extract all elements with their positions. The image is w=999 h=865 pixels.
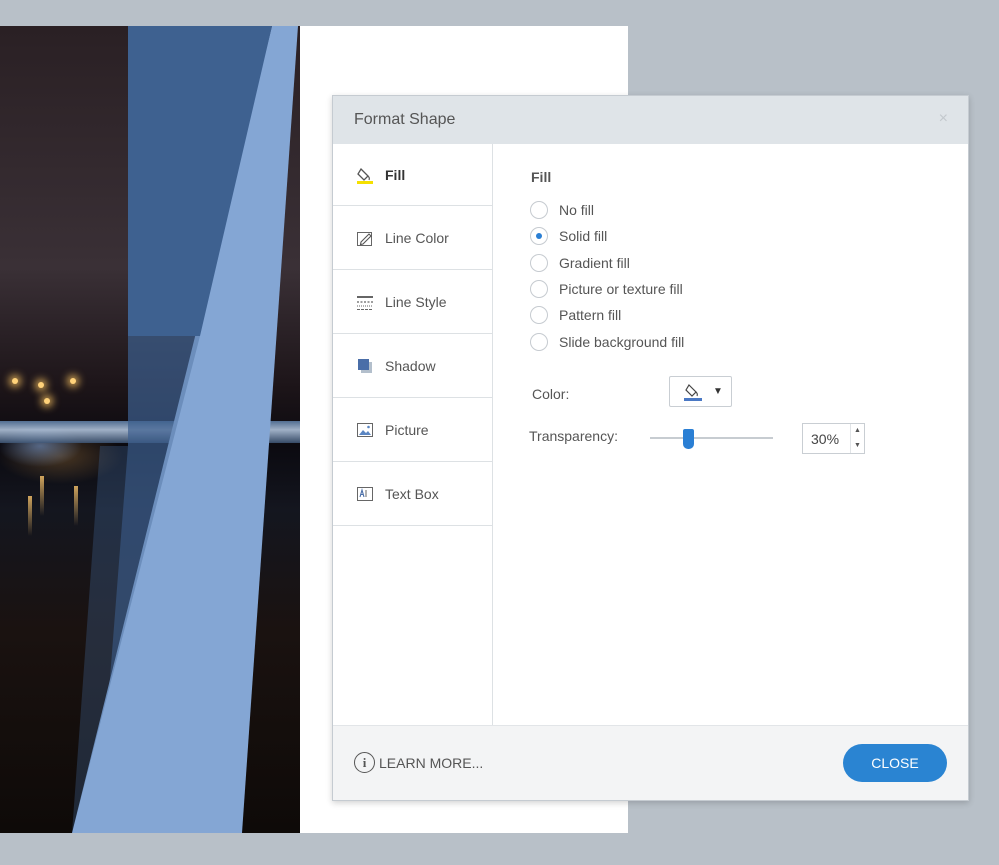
chevron-down-icon: ▼ [713, 386, 723, 397]
fill-options: No fill Solid fill Gradient fill Picture… [530, 197, 684, 355]
radio-label: No fill [559, 202, 595, 219]
sidebar-item-line-color[interactable]: Line Color [333, 206, 492, 270]
pencil-icon [357, 231, 372, 246]
dialog-footer: i LEARN MORE... CLOSE [333, 725, 968, 800]
format-shape-dialog: Format Shape × Fill Line Color Line Styl… [332, 95, 969, 801]
sidebar-item-label: Fill [385, 166, 406, 183]
radio-label: Solid fill [559, 228, 608, 245]
sidebar-item-text-box[interactable]: Text Box [333, 462, 492, 526]
transparency-slider-track[interactable] [650, 437, 773, 439]
learn-more-link[interactable]: i LEARN MORE... [354, 752, 483, 773]
dialog-header: Format Shape × [333, 96, 968, 144]
dialog-title: Format Shape [354, 111, 456, 128]
sidebar-item-label: Line Style [385, 293, 447, 310]
stepper-buttons: ▲ ▼ [850, 424, 864, 453]
sidebar-item-label: Shadow [385, 357, 436, 374]
text-box-icon [357, 486, 373, 501]
sidebar-item-picture[interactable]: Picture [333, 398, 492, 462]
sidebar-item-label: Line Color [385, 229, 449, 246]
sidebar-item-shadow[interactable]: Shadow [333, 334, 492, 398]
transparency-label: Transparency: [529, 428, 618, 444]
transparency-slider-thumb[interactable] [683, 429, 694, 449]
info-icon: i [354, 752, 375, 773]
sidebar: Fill Line Color Line Style Shadow Pictur… [333, 144, 493, 725]
learn-more-label: LEARN MORE... [379, 754, 484, 771]
radio-button[interactable] [530, 332, 548, 351]
fill-panel: Fill No fill Solid fill Gradient fill Pi… [529, 144, 968, 725]
paint-bucket-icon [357, 167, 373, 184]
sidebar-item-fill[interactable]: Fill [333, 144, 492, 206]
color-picker-dropdown[interactable]: ▼ [669, 376, 732, 407]
fill-option-solid-fill[interactable]: Solid fill [530, 223, 684, 249]
transparency-input[interactable] [803, 424, 850, 453]
paint-bucket-icon [684, 383, 702, 401]
sidebar-item-label: Text Box [385, 485, 439, 502]
close-icon[interactable]: × [939, 110, 948, 128]
line-style-icon [357, 295, 373, 310]
fill-option-no-fill[interactable]: No fill [530, 197, 684, 223]
radio-label: Slide background fill [559, 333, 685, 350]
fill-option-pattern-fill[interactable]: Pattern fill [530, 302, 684, 328]
sidebar-item-label: Picture [385, 421, 429, 438]
radio-label: Picture or texture fill [559, 281, 683, 298]
chevron-down-icon[interactable]: ▼ [851, 439, 864, 454]
radio-button[interactable] [530, 280, 548, 299]
shadow-icon [358, 358, 372, 373]
radio-label: Pattern fill [559, 307, 622, 324]
radio-button[interactable] [530, 227, 548, 246]
fill-option-picture-texture-fill[interactable]: Picture or texture fill [530, 276, 684, 302]
fill-option-slide-background-fill[interactable]: Slide background fill [530, 328, 684, 354]
sidebar-item-line-style[interactable]: Line Style [333, 270, 492, 334]
transparency-stepper: ▲ ▼ [802, 423, 865, 454]
radio-button[interactable] [530, 201, 548, 220]
radio-button[interactable] [530, 306, 548, 325]
radio-label: Gradient fill [559, 254, 630, 271]
section-title: Fill [531, 169, 552, 185]
fill-option-gradient-fill[interactable]: Gradient fill [530, 250, 684, 276]
radio-button[interactable] [530, 253, 548, 272]
chevron-up-icon[interactable]: ▲ [851, 424, 864, 439]
close-button[interactable]: CLOSE [843, 744, 947, 782]
color-label: Color: [532, 386, 570, 402]
picture-icon [357, 422, 373, 437]
dialog-body: Fill Line Color Line Style Shadow Pictur… [333, 144, 968, 725]
